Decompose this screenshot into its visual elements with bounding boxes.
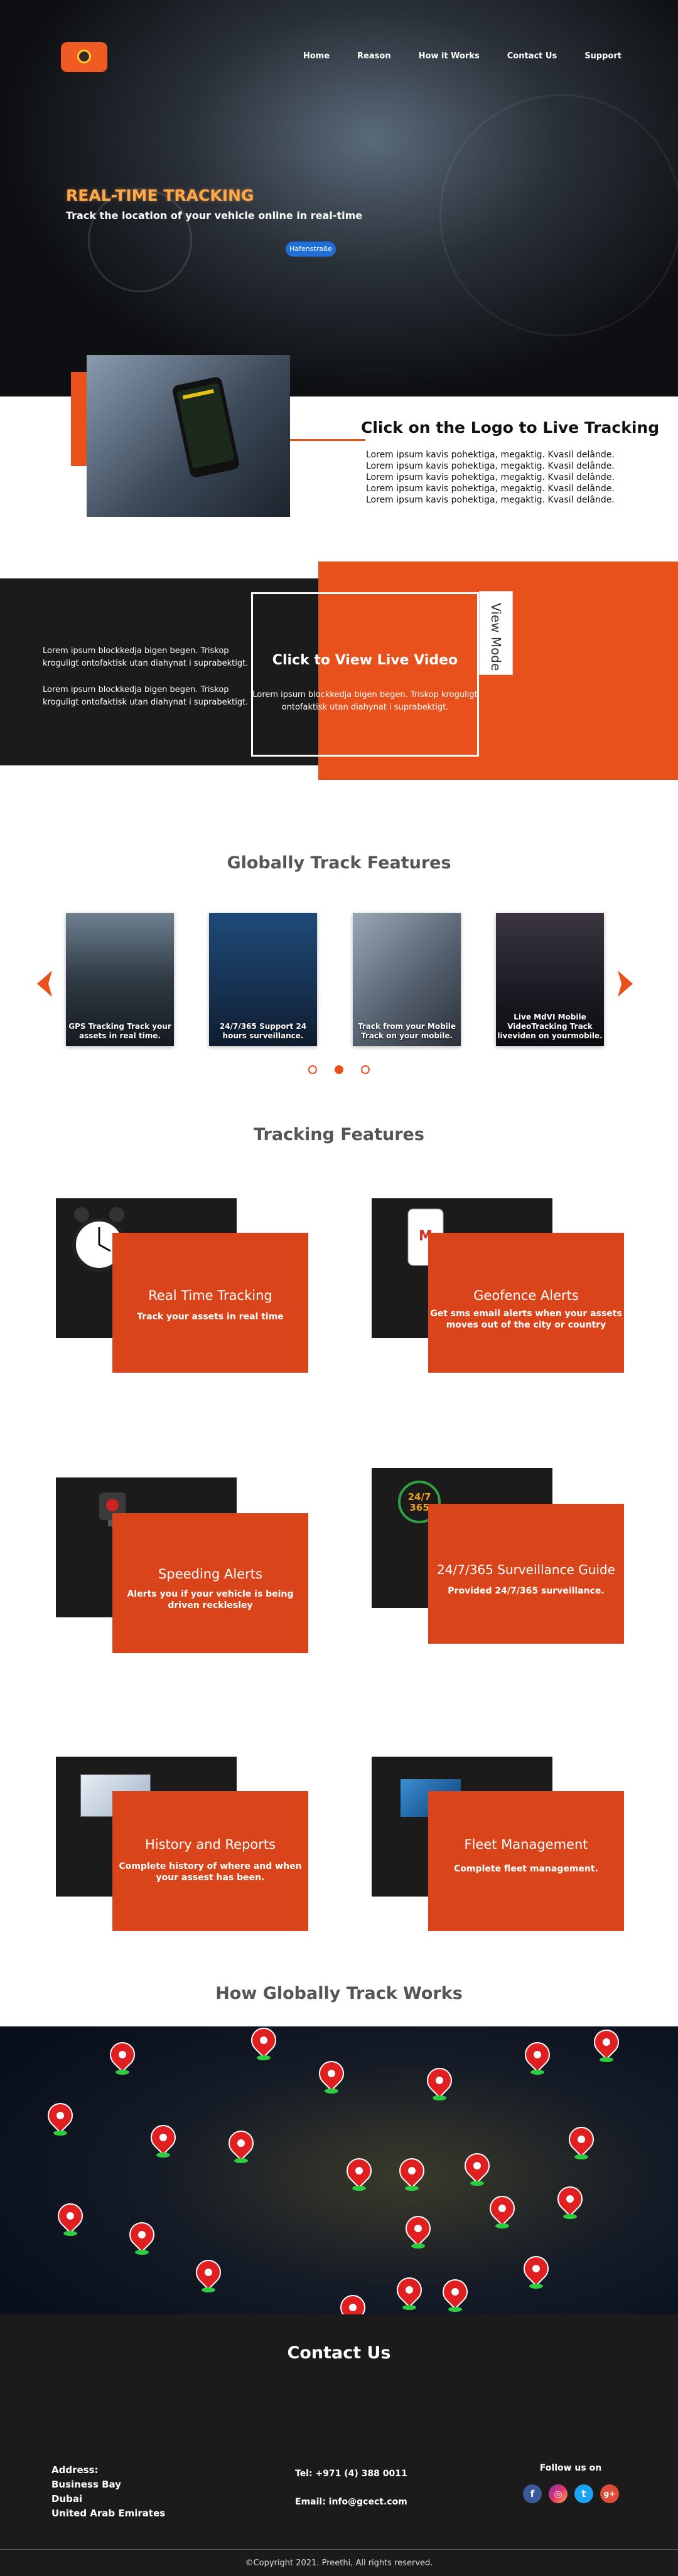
address-line: United Arab Emirates	[51, 2508, 166, 2519]
nav-support[interactable]: Support	[584, 51, 622, 61]
divider	[290, 439, 365, 441]
main-nav: Home Reason How it Works Contact Us Supp…	[303, 51, 622, 61]
card-caption: GPS Tracking Track your assets in real t…	[68, 1022, 171, 1040]
feature-title: Fleet Management	[464, 1837, 588, 1852]
feature-desc: Alerts you if your vehicle is being driv…	[127, 1589, 294, 1610]
address-block: Address: Business Bay Dubai United Arab …	[51, 2463, 165, 2521]
feature-desc: Complete history of where and when your …	[119, 1861, 302, 1883]
feature-desc: Complete fleet management.	[454, 1864, 598, 1874]
logo[interactable]	[61, 42, 107, 72]
map-location-label: Hafenstraße	[286, 242, 336, 257]
feature-desc: Track your assets in real time	[137, 1312, 284, 1322]
map-pin-icon[interactable]	[552, 2181, 588, 2220]
night-map	[0, 2026, 678, 2360]
card-caption: Live MdVI Mobile VideoTracking Track liv…	[497, 1013, 603, 1040]
view-mode-label: View Mode	[488, 603, 503, 671]
live-video-button[interactable]: Click to View Live Video	[251, 652, 479, 668]
how-title: How Globally Track Works	[215, 1984, 463, 2003]
carousel-dot-active[interactable]	[335, 1065, 343, 1074]
video-paragraph: Lorem ipsum blockkedja bigen begen. Tris…	[43, 685, 249, 707]
feature-title: 24/7/365 Surveillance Guide	[437, 1562, 615, 1577]
google-plus-icon[interactable]: g+	[600, 2484, 619, 2503]
feature-title: Geofence Alerts	[473, 1288, 579, 1303]
live-tracking-text: Lorem ipsum kavis pohektiga, megaktig. K…	[366, 450, 615, 505]
nav-how-it-works[interactable]: How it Works	[419, 51, 480, 61]
instagram-icon[interactable]: ◎	[549, 2484, 568, 2503]
feature-title: History and Reports	[144, 1837, 276, 1852]
map-pin-icon[interactable]	[518, 2250, 554, 2290]
phone-number[interactable]: Tel: +971 (4) 388 0011	[295, 2469, 407, 2479]
tracking-title: Tracking Features	[254, 1125, 424, 1144]
address-line: Business Bay	[51, 2479, 121, 2490]
live-tracking-title[interactable]: Click on the Logo to Live Tracking	[361, 418, 659, 437]
map-pin-icon[interactable]	[391, 2272, 428, 2311]
feature-title: Real Time Tracking	[148, 1288, 272, 1303]
map-pin-icon[interactable]	[245, 2026, 282, 2062]
map-pin-icon[interactable]	[313, 2055, 350, 2095]
feature-desc: Get sms email alerts when your assets mo…	[430, 1309, 622, 1330]
email-address[interactable]: Email: info@gcect.com	[295, 2497, 407, 2507]
feature-desc: Provided 24/7/365 surveillance.	[448, 1586, 605, 1596]
view-mode-button[interactable]: View Mode	[479, 591, 513, 675]
map-pin-icon[interactable]	[104, 2036, 141, 2076]
phone-icon	[171, 376, 240, 479]
facebook-icon[interactable]: f	[523, 2484, 542, 2503]
map-pin-icon[interactable]	[145, 2119, 181, 2159]
map-pin-icon[interactable]	[563, 2121, 600, 2161]
map-pin-icon[interactable]	[124, 2217, 160, 2256]
video-section-text: Lorem ipsum blockkedja bigen begen. Tris…	[43, 645, 250, 709]
map-pin-icon[interactable]	[519, 2036, 556, 2076]
globally-title: Globally Track Features	[227, 853, 451, 873]
carousel-card[interactable]: GPS Tracking Track your assets in real t…	[66, 913, 174, 1046]
logo-icon	[77, 50, 91, 63]
map-pin-icon[interactable]	[394, 2153, 430, 2192]
gauge-graphic	[439, 94, 678, 336]
map-pin-icon[interactable]	[190, 2254, 227, 2294]
nav-contact[interactable]: Contact Us	[507, 51, 557, 61]
contact-title: Contact Us	[287, 2343, 391, 2363]
phone-tracking-photo	[87, 355, 290, 517]
carousel-card[interactable]: 24/7/365 Support 24 hours surveillance.	[209, 913, 317, 1046]
map-pin-icon[interactable]	[421, 2062, 458, 2102]
nav-reason[interactable]: Reason	[357, 51, 391, 61]
feature-title: Speeding Alerts	[158, 1567, 262, 1582]
carousel-card[interactable]: Live MdVI Mobile VideoTracking Track liv…	[496, 913, 604, 1046]
twitter-icon[interactable]: t	[574, 2484, 593, 2503]
carousel-next-icon[interactable]	[616, 969, 635, 998]
address-line: Dubai	[51, 2493, 83, 2504]
video-paragraph: Lorem ipsum blockkedja bigen begen. Tris…	[43, 646, 249, 668]
nav-home[interactable]: Home	[303, 51, 330, 61]
feature-card[interactable]	[112, 1513, 308, 1653]
hero-title: REAL-TIME TRACKING	[66, 186, 254, 205]
carousel-dot[interactable]	[308, 1065, 317, 1074]
carousel-prev-icon[interactable]	[35, 969, 53, 998]
map-pin-icon[interactable]	[400, 2210, 436, 2250]
live-video-box[interactable]	[251, 592, 479, 757]
copyright: ©Copyright 2021. Preethi, All rights res…	[245, 2558, 433, 2568]
map-pin-icon[interactable]	[484, 2190, 520, 2230]
card-caption: 24/7/365 Support 24 hours surveillance.	[219, 1022, 307, 1040]
divider	[0, 2549, 678, 2550]
hero-subtitle: Track the location of your vehicle onlin…	[66, 210, 363, 221]
card-caption: Track from your Mobile Track on your mob…	[357, 1022, 456, 1040]
live-video-text: Lorem ipsum blockkedja bigen begen. Tris…	[252, 690, 478, 712]
map-pin-icon[interactable]	[459, 2148, 495, 2187]
feature-card[interactable]	[428, 1791, 624, 1931]
map-pin-icon[interactable]	[341, 2153, 377, 2192]
address-label: Address:	[51, 2464, 99, 2476]
carousel-card[interactable]: Track from your Mobile Track on your mob…	[353, 913, 461, 1046]
follow-label: Follow us on	[539, 2463, 602, 2473]
map-pin-icon[interactable]	[223, 2125, 259, 2164]
map-pin-icon[interactable]	[588, 2026, 625, 2063]
map-pin-icon[interactable]	[437, 2274, 473, 2313]
map-pin-icon[interactable]	[52, 2198, 89, 2237]
map-pin-icon[interactable]	[42, 2097, 78, 2137]
carousel-dot[interactable]	[361, 1065, 370, 1074]
